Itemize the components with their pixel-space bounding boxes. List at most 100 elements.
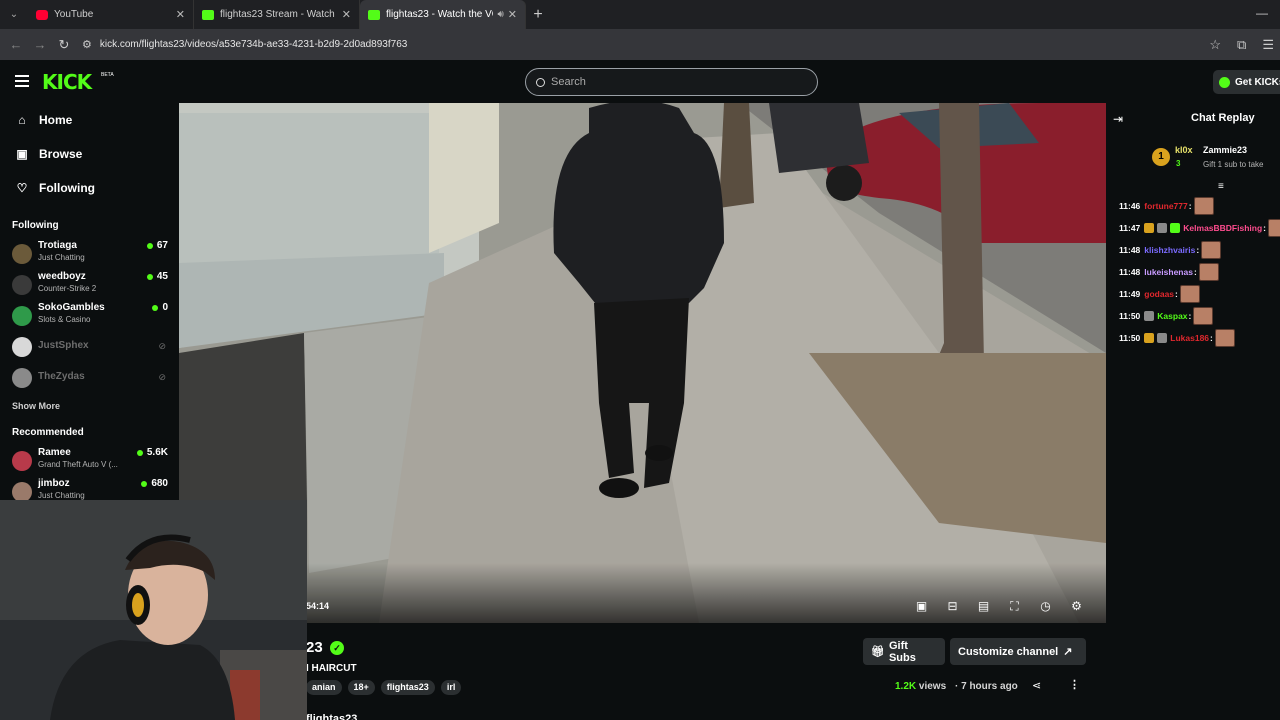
channel-item-ramee[interactable]: Ramee Grand Theft Auto V (... 5.6K — [12, 446, 168, 476]
channel-category: Just Chatting — [38, 491, 85, 500]
tag[interactable]: flightas23 — [380, 680, 435, 695]
chat-username[interactable]: klishzhvairis — [1144, 245, 1195, 255]
view-count: 1.2K views — [895, 681, 947, 692]
viewer-count: 45 — [146, 271, 168, 282]
kick-icon — [202, 9, 214, 20]
tab-title: flightas23 - Watch the VOD — [386, 9, 493, 20]
nav-label: Home — [39, 113, 73, 127]
avatar — [12, 451, 32, 471]
get-kicks-button[interactable]: Get KICKs — [1213, 70, 1280, 94]
new-tab-button[interactable]: + — [526, 6, 550, 24]
close-icon[interactable]: ✕ — [342, 8, 351, 21]
browser-tab-vod[interactable]: flightas23 - Watch the VOD 🔊︎ ✕ — [360, 0, 526, 29]
sidebar-item-home[interactable]: ⌂ Home — [16, 113, 72, 127]
chat-username[interactable]: Kaspax — [1157, 311, 1187, 321]
streamer-name[interactable]: 23 — [306, 639, 323, 656]
back-icon[interactable]: ← — [4, 37, 28, 52]
gift-subs-button[interactable]: 🎁︎ Gift Subs — [863, 638, 945, 665]
channel-item-trotiaga[interactable]: Trotiaga Just Chatting 67 — [12, 239, 168, 269]
chat-username[interactable]: Lukas186 — [1170, 333, 1209, 343]
video-player[interactable]: 54:14 ▣ ⊟ ▤ ⛶ ◷ ⚙ — [179, 103, 1106, 623]
more-options-icon[interactable]: ⋮ — [1069, 678, 1080, 691]
chat-separator: : — [1175, 289, 1178, 299]
sidebar-item-following[interactable]: ♡ Following — [16, 181, 95, 195]
channel-name: SokoGambles — [38, 302, 105, 313]
live-dot-icon — [146, 273, 153, 280]
side-panel-icon[interactable]: ☰ — [1262, 37, 1274, 53]
channel-category: Counter-Strike 2 — [38, 284, 97, 293]
live-dot-icon — [136, 449, 143, 456]
close-icon[interactable]: ✕ — [176, 8, 185, 21]
bookmark-star-icon[interactable]: ☆ — [1209, 37, 1221, 53]
user-badge-icon — [1144, 311, 1155, 321]
chat-timestamp: 11:50 — [1119, 333, 1141, 343]
speaker-icon[interactable]: 🔊︎ — [497, 9, 503, 20]
get-kicks-label: Get KICKs — [1235, 76, 1280, 88]
channel-item-justsphex[interactable]: JustSphex ⊘ — [12, 332, 168, 362]
gift-leader-badge: 1 — [1152, 148, 1170, 166]
collapse-chat-icon[interactable]: ⇥ — [1113, 112, 1123, 126]
chat-separator: : — [1193, 267, 1197, 277]
avatar — [12, 275, 32, 295]
avatar — [12, 306, 32, 326]
forward-icon[interactable]: → — [28, 37, 52, 52]
site-header: KICK BETA Search Get KICKs — [0, 60, 1280, 103]
stream-info: 23 ✓ I HAIRCUT anian 18+ flightas23 irl … — [179, 623, 1106, 720]
gift-icon: 🎁︎ — [871, 646, 885, 658]
channel-name: JustSphex — [38, 340, 89, 351]
reload-icon[interactable]: ↻ — [52, 37, 76, 53]
tag[interactable]: irl — [440, 680, 462, 695]
video-frame — [179, 103, 1106, 623]
site-info-icon[interactable]: ⚙ — [82, 38, 92, 51]
url-field[interactable]: kick.com/flightas23/videos/a53e734b-ae33… — [100, 39, 407, 50]
chat-message: 11:46 fortune777: — [1119, 197, 1214, 215]
theater-icon[interactable]: ▣ — [914, 599, 929, 614]
share-icon[interactable]: ⋖ — [1032, 679, 1041, 692]
emote-icon — [1201, 241, 1222, 259]
live-dot-icon — [152, 304, 159, 311]
pinned-username[interactable]: kl0x — [1175, 145, 1193, 155]
chat-username[interactable]: lukeishenas — [1144, 267, 1193, 277]
channel-item-weedboyz[interactable]: weedboyz Counter-Strike 2 45 — [12, 270, 168, 300]
speed-icon[interactable]: ◷ — [1038, 599, 1053, 614]
customize-channel-button[interactable]: Customize channel ↗ — [950, 638, 1086, 665]
tag-list: anian 18+ flightas23 irl — [306, 680, 462, 695]
sidebar-item-browse[interactable]: ▣ Browse — [16, 147, 82, 161]
chat-username[interactable]: fortune777 — [1144, 201, 1187, 211]
recommended-heading: Recommended — [12, 427, 84, 438]
browser-tab-youtube[interactable]: YouTube ✕ — [28, 0, 194, 29]
chat-separator: : — [1210, 333, 1213, 343]
tab-search-icon[interactable]: ⌄ — [0, 0, 28, 29]
pinned-username-2[interactable]: Zammie23 — [1203, 145, 1247, 155]
tab-title: flightas23 Stream - Watch Live — [220, 9, 338, 20]
kicks-coin-icon — [1219, 76, 1230, 88]
minimize-icon[interactable]: — — [1256, 6, 1268, 20]
chat-message: 11:50 Lukas186: — [1119, 329, 1235, 347]
sidebar: ⌂ Home ▣ Browse ♡ Following Following Tr… — [0, 103, 179, 503]
youtube-icon — [36, 9, 48, 20]
gift-sub-prompt[interactable]: Gift 1 sub to take — [1203, 160, 1263, 169]
clip-icon[interactable]: ⊟ — [945, 599, 960, 614]
chat-username[interactable]: KelmasBBDFishing — [1183, 223, 1262, 233]
extensions-icon[interactable]: ⧉ — [1237, 37, 1246, 53]
menu-icon[interactable] — [15, 75, 29, 90]
show-more-link[interactable]: Show More — [12, 401, 60, 411]
miniplayer-icon[interactable]: ▤ — [976, 599, 991, 614]
chat-username[interactable]: godaas — [1144, 289, 1174, 299]
settings-icon[interactable]: ⚙ — [1069, 599, 1084, 614]
close-icon[interactable]: ✕ — [508, 8, 517, 21]
stream-title: I HAIRCUT — [306, 663, 357, 674]
channel-item-thezydas[interactable]: TheZydas ⊘ — [12, 363, 168, 393]
kick-logo[interactable]: KICK — [42, 70, 92, 94]
tag[interactable]: anian — [306, 680, 342, 695]
emote-icon — [1268, 219, 1280, 237]
browser-tab-stream[interactable]: flightas23 Stream - Watch Live ✕ — [194, 0, 360, 29]
viewer-count: 680 — [141, 478, 168, 489]
channel-item-sokogambles[interactable]: SokoGambles Slots & Casino 0 — [12, 301, 168, 331]
search-input[interactable]: Search — [525, 68, 818, 96]
fullscreen-icon[interactable]: ⛶ — [1007, 599, 1022, 614]
customize-label: Customize channel — [958, 645, 1059, 658]
chat-filter-icon[interactable]: ≡ — [1218, 181, 1224, 192]
nav-label: Browse — [39, 147, 83, 161]
tag[interactable]: 18+ — [347, 680, 375, 695]
